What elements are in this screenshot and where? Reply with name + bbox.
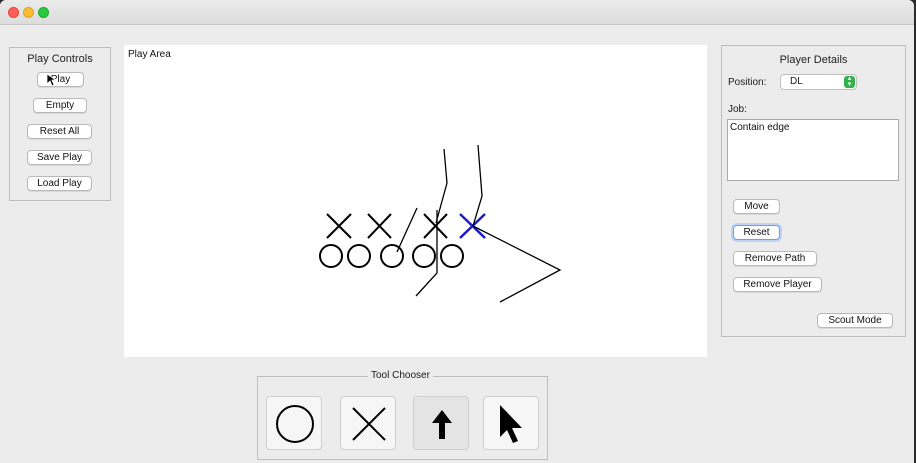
offense-o-4[interactable] xyxy=(412,244,436,268)
remove-path-button[interactable]: Remove Path xyxy=(733,251,817,266)
reset-button[interactable]: Reset xyxy=(733,225,780,240)
up-arrow-icon xyxy=(432,410,452,439)
defender-x-selected[interactable] xyxy=(459,213,486,239)
circle-tool-button[interactable] xyxy=(266,396,322,450)
move-button[interactable]: Move xyxy=(733,199,780,214)
scout-mode-button[interactable]: Scout Mode xyxy=(817,313,893,328)
offense-o-5[interactable] xyxy=(440,244,464,268)
position-label: Position: xyxy=(728,77,767,88)
maximize-window-button[interactable] xyxy=(38,7,49,18)
x-tool-icon xyxy=(352,407,386,441)
close-window-button[interactable] xyxy=(8,7,19,18)
reset-all-button[interactable]: Reset All xyxy=(27,124,92,139)
mouse-cursor-icon xyxy=(46,73,56,87)
offense-o-3[interactable] xyxy=(380,244,404,268)
play-controls-panel: Play Controls Play Empty Reset All Save … xyxy=(9,47,111,201)
updown-chevron-icon: ▴ ▾ xyxy=(844,75,855,88)
empty-button[interactable]: Empty xyxy=(33,98,87,113)
offense-o-2[interactable] xyxy=(347,244,371,268)
remove-player-button[interactable]: Remove Player xyxy=(733,277,822,292)
defender-x-2[interactable] xyxy=(367,213,392,239)
offense-o-1[interactable] xyxy=(319,244,343,268)
circle-tool-icon xyxy=(276,405,314,443)
defender-x-1[interactable] xyxy=(326,213,352,239)
player-paths xyxy=(396,144,562,303)
play-button[interactable]: Play xyxy=(37,72,84,87)
position-select-value: DL xyxy=(790,76,803,87)
tool-chooser-title: Tool Chooser xyxy=(368,370,433,381)
play-diagram xyxy=(319,144,562,303)
save-play-button[interactable]: Save Play xyxy=(27,150,92,165)
minimize-window-button[interactable] xyxy=(23,7,34,18)
job-textarea[interactable]: Contain edge xyxy=(727,119,899,181)
position-select[interactable]: DL ▴ ▾ xyxy=(780,74,857,90)
x-tool-button[interactable] xyxy=(340,396,396,450)
load-play-button[interactable]: Load Play xyxy=(27,176,92,191)
job-label: Job: xyxy=(728,104,747,115)
play-controls-title: Play Controls xyxy=(27,53,93,65)
app-window: Play Controls Play Empty Reset All Save … xyxy=(0,0,914,463)
pointer-tool-button[interactable] xyxy=(483,396,539,450)
play-area-canvas[interactable]: Play Area xyxy=(124,45,707,357)
defender-x-3[interactable] xyxy=(423,213,448,239)
title-bar xyxy=(0,0,914,25)
arrow-tool-button[interactable] xyxy=(413,396,469,450)
player-details-title: Player Details xyxy=(779,54,848,66)
pointer-arrow-icon xyxy=(500,405,522,443)
